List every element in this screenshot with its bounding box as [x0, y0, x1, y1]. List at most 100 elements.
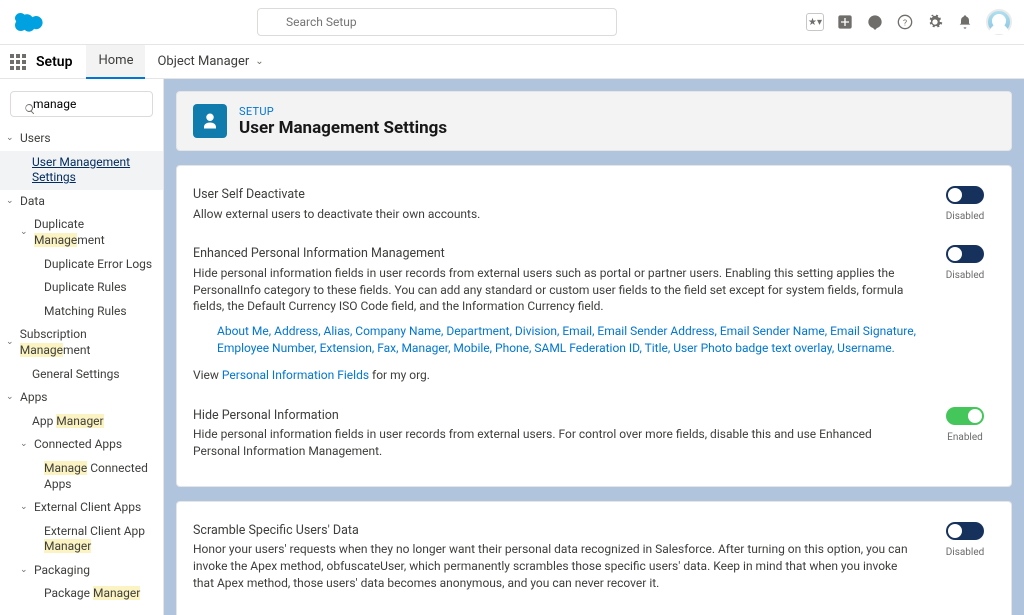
tree-item-label[interactable]: External Client Apps [34, 500, 141, 516]
chevron-down-icon: ⌄ [20, 565, 30, 577]
field-link[interactable]: SAML Federation ID [534, 341, 639, 355]
view-link[interactable]: Personal Information Fields [222, 368, 369, 382]
setting-text: User Self DeactivateAllow external users… [193, 186, 919, 222]
tree-item-label[interactable]: Duplicate Rules [44, 280, 127, 294]
tree-item-label[interactable]: App Manager [32, 414, 104, 428]
toggle-state-label: Disabled [935, 547, 995, 558]
toggle-state-label: Disabled [935, 270, 995, 281]
tree-item[interactable]: ⌄ Subscription Management [0, 323, 163, 362]
tree-item-label[interactable]: User Management Settings [32, 155, 130, 185]
favorites-button[interactable]: ★▾ [806, 13, 824, 31]
field-link[interactable]: Extension [320, 341, 372, 355]
field-link[interactable]: About Me [217, 324, 269, 338]
tree-item[interactable]: ⌄Feature Settings [0, 606, 163, 607]
setting-title: Scramble Specific Users' Data [193, 522, 919, 540]
field-link[interactable]: Fax [377, 341, 396, 355]
field-link[interactable]: Department [446, 324, 509, 338]
tree-item[interactable]: ⌄ Data [0, 190, 163, 214]
page-header: SETUP User Management Settings [176, 91, 1012, 151]
tree-item-label[interactable]: Apps [20, 390, 48, 406]
toggle-column: Enabled [935, 407, 995, 443]
setup-gear-icon[interactable] [926, 13, 944, 31]
toggle-column: Disabled [935, 186, 995, 222]
global-search-input[interactable] [257, 8, 617, 36]
field-link[interactable]: Mobile [453, 341, 489, 355]
field-link[interactable]: Company Name [355, 324, 441, 338]
setting-title: User Self Deactivate [193, 186, 919, 204]
setting-description: Honor your users' requests when they no … [193, 541, 919, 591]
tree-item[interactable]: External Client App Manager [0, 520, 163, 559]
context-app-name: Setup [36, 54, 72, 70]
tree-item-label[interactable]: External Client App Manager [44, 524, 145, 554]
tree-item-label[interactable]: General Settings [32, 367, 120, 381]
chevron-down-icon: ⌄ [6, 337, 16, 349]
toggle-switch[interactable] [946, 522, 984, 540]
field-link[interactable]: Phone [495, 341, 529, 355]
field-link[interactable]: Username [837, 341, 891, 355]
tree-item-label[interactable]: Users [20, 131, 51, 147]
field-link[interactable]: Employee Number [217, 341, 314, 355]
setting-row: Scramble Specific Users' DataHonor your … [193, 516, 995, 604]
toggle-switch[interactable] [946, 407, 984, 425]
tab-object-manager[interactable]: Object Manager⌄ [145, 45, 275, 79]
salesforce-logo [12, 10, 48, 34]
field-link[interactable]: Manager [401, 341, 448, 355]
setting-description: Hide personal information fields in user… [193, 265, 919, 315]
tree-item[interactable]: Duplicate Error Logs [0, 253, 163, 277]
tree-item[interactable]: ⌄Duplicate Management [0, 213, 163, 252]
salesforce-help-icon[interactable] [866, 13, 884, 31]
tree-item[interactable]: Matching Rules [0, 300, 163, 324]
tree-item[interactable]: ⌄ External Client Apps [0, 496, 163, 520]
toggle-column: Disabled [935, 245, 995, 281]
svg-text:?: ? [903, 18, 907, 28]
help-icon[interactable]: ? [896, 13, 914, 31]
tree-item-label[interactable]: Package Manager [44, 586, 140, 600]
tree-item[interactable]: ⌄ Packaging [0, 559, 163, 583]
app-launcher-icon[interactable] [4, 48, 32, 76]
tree-item[interactable]: App Manager [0, 410, 163, 434]
field-link[interactable]: Email Sender Address [597, 324, 714, 338]
global-header: ★▾ ? [0, 0, 1024, 45]
setting-links: About Me, Address, Alias, Company Name, … [193, 323, 919, 357]
field-link[interactable]: Division [515, 324, 557, 338]
toggle-switch[interactable] [946, 186, 984, 204]
toggle-column: Disabled [935, 522, 995, 558]
add-icon[interactable] [836, 13, 854, 31]
user-avatar[interactable] [986, 9, 1012, 35]
tree-item-label[interactable]: Manage Connected Apps [44, 461, 148, 491]
field-link[interactable]: Email Sender Name [720, 324, 825, 338]
setting-description: Hide personal information fields in user… [193, 426, 919, 460]
tree-item-label[interactable]: Connected Apps [34, 437, 122, 453]
tree-item-label[interactable]: Duplicate Management [34, 217, 157, 248]
tree-item[interactable]: Duplicate Rules [0, 276, 163, 300]
tree-item[interactable]: Package Manager [0, 582, 163, 606]
header-utility-icons: ★▾ ? [806, 9, 1012, 35]
tree-item-label[interactable]: Subscription Management [20, 327, 157, 358]
tree-item[interactable]: User Management Settings [0, 151, 163, 190]
tree-item[interactable]: ⌄Connected Apps [0, 433, 163, 457]
tree-item[interactable]: ⌄ Apps [0, 386, 163, 410]
tree-item-label[interactable]: Duplicate Error Logs [44, 257, 152, 271]
tree-item-label[interactable]: Packaging [34, 563, 90, 579]
setting-row: User Self DeactivateAllow external users… [193, 180, 995, 234]
global-search-wrap [68, 8, 806, 36]
tree-item[interactable]: ⌄Users [0, 127, 163, 151]
field-link[interactable]: Email Signature [830, 324, 913, 338]
field-link[interactable]: User Photo badge text overlay [673, 341, 832, 355]
sidebar-filter-wrap [10, 91, 153, 117]
tab-home[interactable]: Home [86, 45, 145, 79]
tree-item-label[interactable]: Data [20, 194, 45, 210]
field-link[interactable]: Email [562, 324, 592, 338]
chevron-down-icon: ⌄ [20, 502, 30, 514]
toggle-switch[interactable] [946, 245, 984, 263]
field-link[interactable]: Title [645, 341, 668, 355]
tree-item[interactable]: Manage Connected Apps [0, 457, 163, 496]
tree-item[interactable]: General Settings [0, 363, 163, 387]
chevron-down-icon: ⌄ [6, 392, 16, 404]
tree-item-label[interactable]: Matching Rules [44, 304, 127, 318]
field-link[interactable]: Address [274, 324, 318, 338]
notifications-bell-icon[interactable] [956, 13, 974, 31]
field-link[interactable]: Alias [324, 324, 350, 338]
setting-text: Scramble Specific Users' DataHonor your … [193, 522, 919, 592]
chevron-down-icon: ⌄ [6, 196, 16, 208]
